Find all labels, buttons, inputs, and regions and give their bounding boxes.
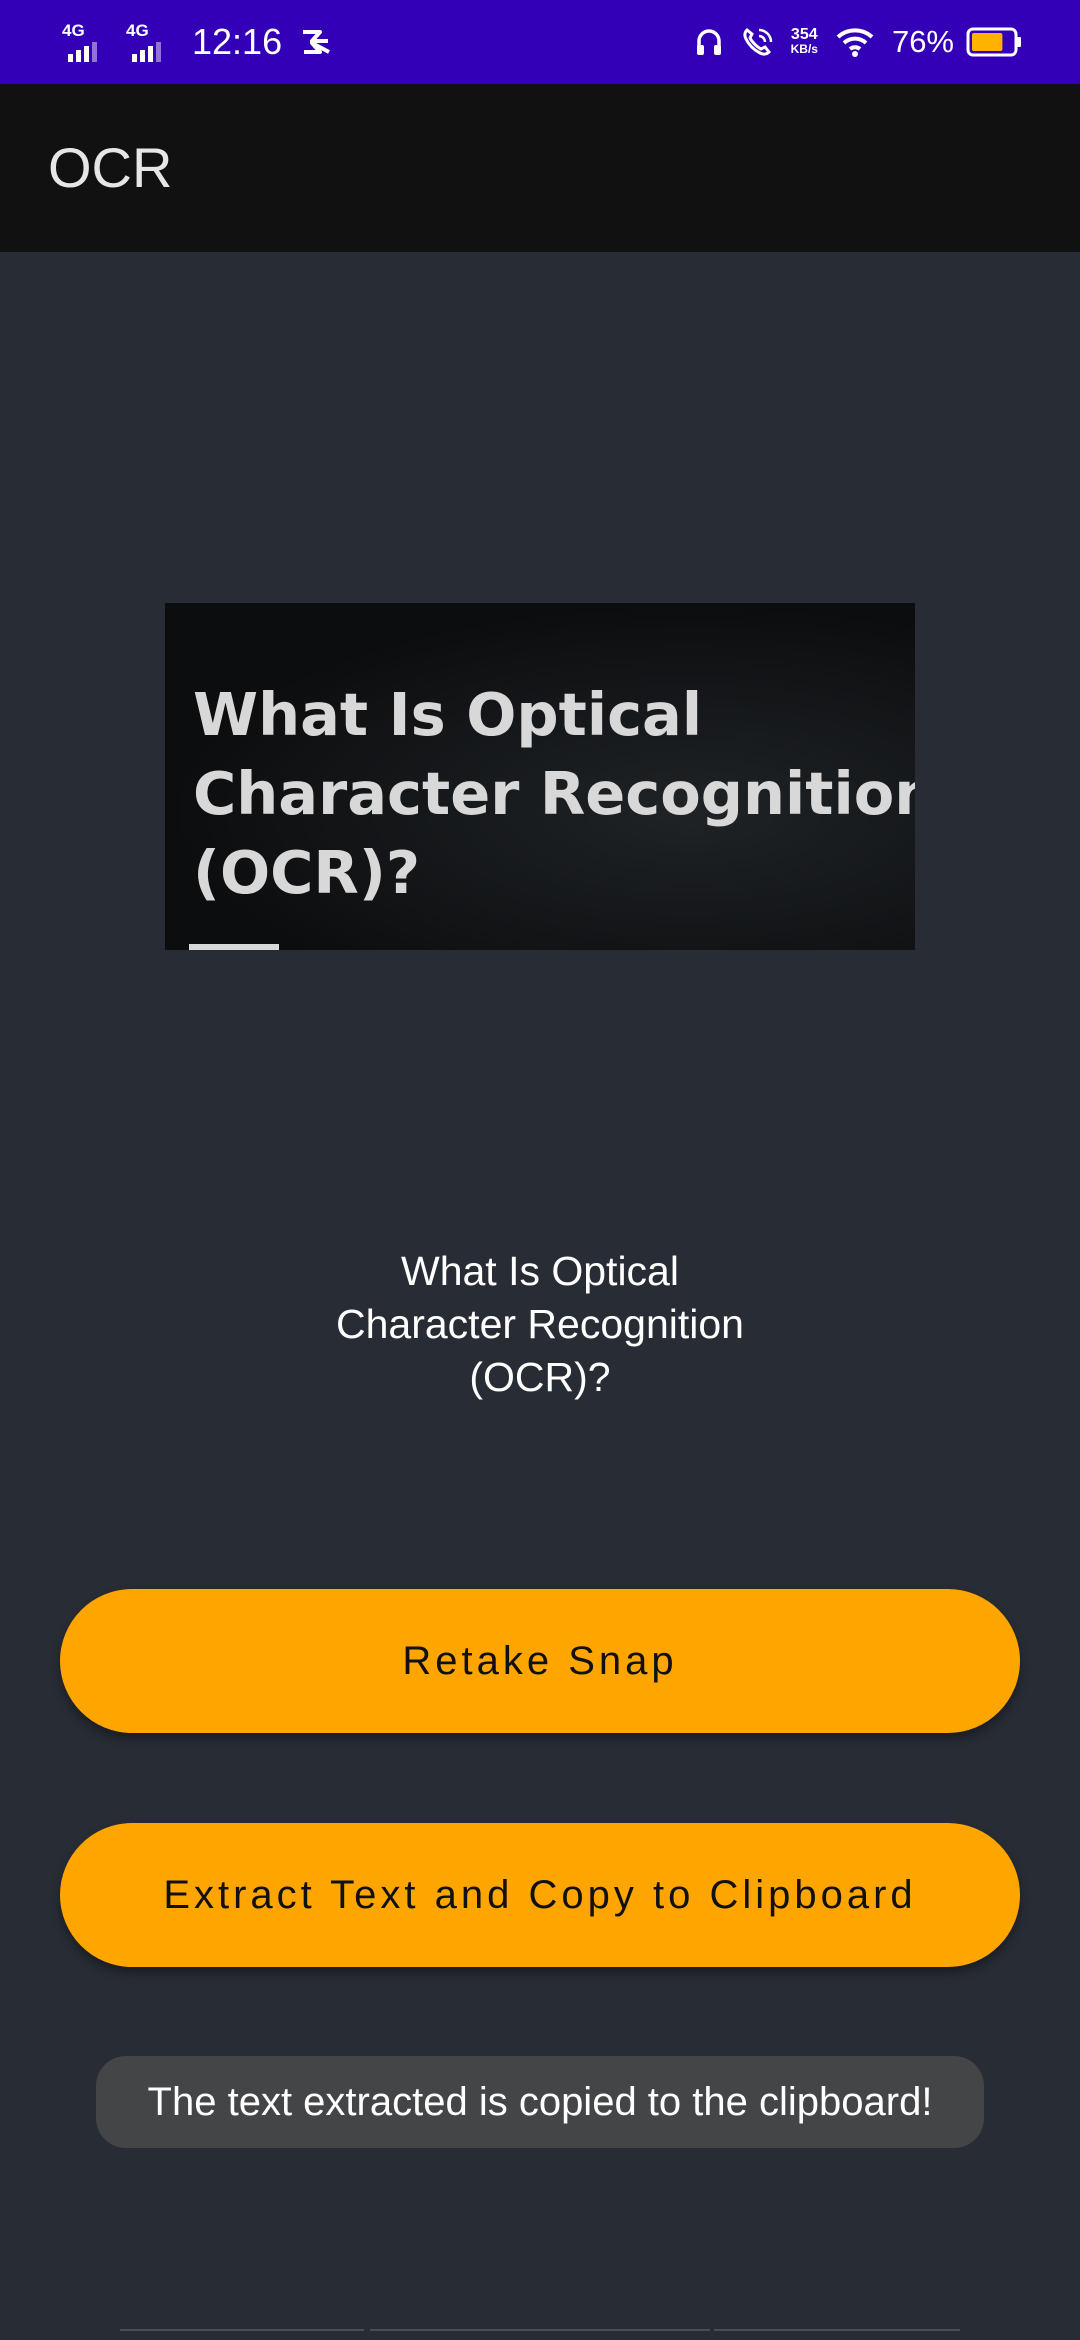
captured-image-text: What Is Optical Character Recognition (O… bbox=[193, 675, 915, 912]
network-speed: 354 KB/s bbox=[791, 27, 818, 57]
captured-image: What Is Optical Character Recognition (O… bbox=[165, 603, 915, 950]
captured-image-underline bbox=[189, 944, 279, 950]
app-notification-icon bbox=[303, 30, 331, 54]
captured-image-line: Character Recognition bbox=[193, 759, 915, 828]
captured-image-line: (OCR)? bbox=[193, 838, 421, 907]
network-type-2: 4G bbox=[126, 21, 149, 40]
extracted-text: What Is Optical Character Recognition (O… bbox=[140, 1245, 940, 1404]
toast-message: The text extracted is copied to the clip… bbox=[96, 2056, 984, 2148]
status-bar-left: 4G 4G 12:16 bbox=[60, 0, 350, 84]
network-type-1: 4G bbox=[62, 21, 85, 40]
network-speed-unit: KB/s bbox=[790, 42, 818, 56]
extracted-text-line: What Is Optical bbox=[401, 1248, 679, 1294]
status-bar-right: 354 KB/s 76% bbox=[695, 0, 1024, 84]
battery-icon bbox=[966, 27, 1021, 57]
wifi-calling-icon bbox=[743, 27, 772, 56]
divider bbox=[120, 2329, 364, 2331]
divider bbox=[370, 2329, 710, 2331]
extracted-text-line: (OCR)? bbox=[469, 1354, 611, 1400]
signal-2-icon: 4G bbox=[124, 22, 174, 62]
retake-snap-button[interactable]: Retake Snap bbox=[60, 1589, 1020, 1733]
signal-1-icon: 4G bbox=[60, 22, 110, 62]
battery-percent: 76% bbox=[891, 24, 954, 59]
extract-copy-button[interactable]: Extract Text and Copy to Clipboard bbox=[60, 1823, 1020, 1967]
clock: 12:16 bbox=[192, 21, 283, 62]
app-title: OCR bbox=[48, 136, 173, 199]
network-speed-value: 354 bbox=[790, 26, 818, 43]
extracted-text-line: Character Recognition bbox=[336, 1301, 744, 1347]
headphones-icon bbox=[696, 29, 721, 55]
app-bar: OCR bbox=[0, 84, 1080, 252]
wifi-icon bbox=[836, 28, 874, 57]
status-bar: 4G 4G 12:16 354 KB/s 76% bbox=[0, 0, 1080, 84]
captured-image-line: What Is Optical bbox=[193, 680, 703, 749]
divider bbox=[714, 2329, 960, 2331]
